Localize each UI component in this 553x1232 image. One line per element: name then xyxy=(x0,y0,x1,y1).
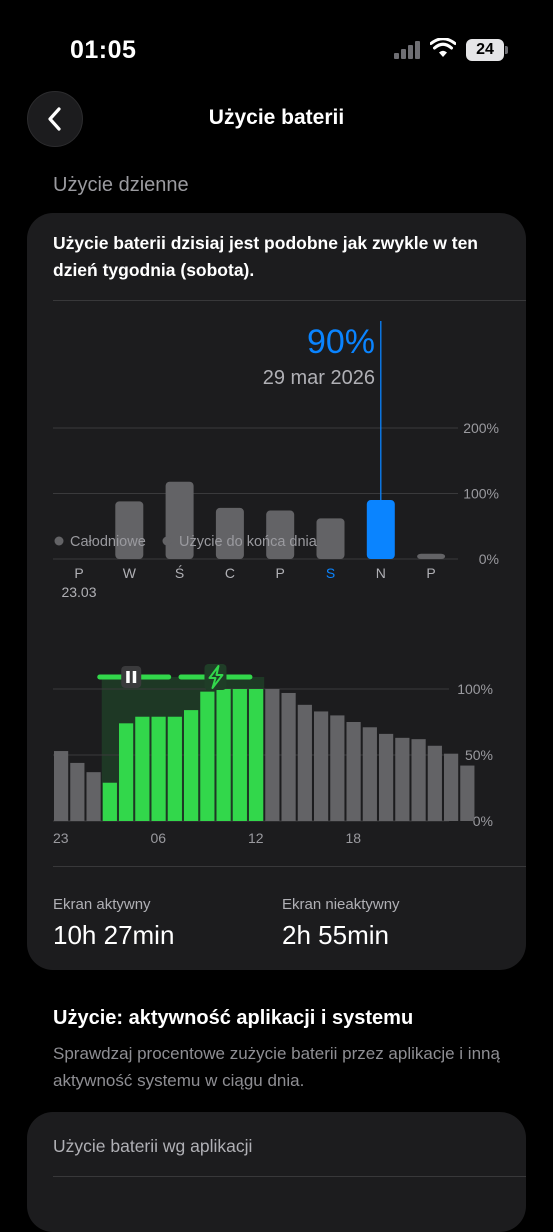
per-app-usage-card[interactable]: Użycie baterii wg aplikacji xyxy=(27,1112,526,1232)
x-tick-label: 18 xyxy=(346,830,362,846)
hour-bar[interactable] xyxy=(102,782,117,821)
cellular-signal-icon xyxy=(394,41,420,59)
selected-day-date: 29 mar 2026 xyxy=(263,367,375,389)
screen-on-label: Ekran aktywny xyxy=(53,896,151,913)
hour-bar[interactable] xyxy=(216,689,231,821)
day-bar[interactable] xyxy=(366,500,395,559)
battery-level-indicator: 24 xyxy=(466,39,504,61)
x-tick-label: 06 xyxy=(151,830,167,846)
hour-bar[interactable] xyxy=(54,751,69,821)
app-system-usage-title: Użycie: aktywność aplikacji i systemu xyxy=(53,1007,414,1029)
status-bar: 01:05 24 xyxy=(0,0,553,100)
legend-full-day: Całodniowe xyxy=(70,534,146,550)
hour-bar[interactable] xyxy=(200,691,215,821)
status-time: 01:05 xyxy=(70,36,137,64)
x-tick-label: P xyxy=(276,565,285,581)
weekly-usage-chart[interactable]: 0% 100% 200% P W Ś C P S N P 23.03 90% 29 mar 2026… xyxy=(27,301,526,611)
screen-off-value: 2h 55min xyxy=(282,920,389,950)
hour-bar[interactable] xyxy=(427,745,442,821)
x-tick-label: 12 xyxy=(248,830,264,846)
y-tick-label: 100% xyxy=(463,486,499,502)
hour-bar[interactable] xyxy=(184,710,199,821)
hour-bar[interactable] xyxy=(86,772,101,821)
hourly-battery-level-chart[interactable]: 0% 50% 100% 23 06 12 18 xyxy=(27,653,526,853)
x-tick-label: Ś xyxy=(175,564,184,581)
daily-usage-label: Użycie dzienne xyxy=(53,174,189,196)
hour-bar[interactable] xyxy=(249,689,264,821)
hour-bar[interactable] xyxy=(379,733,394,821)
legend-until-end-of-day: Użycie do końca dnia xyxy=(179,534,318,550)
y-tick-label: 0% xyxy=(479,551,499,567)
screen-off-label: Ekran nieaktywny xyxy=(282,896,400,913)
hour-bar[interactable] xyxy=(167,716,182,821)
y-tick-label: 0% xyxy=(473,813,493,829)
per-app-usage-title: Użycie baterii wg aplikacji xyxy=(53,1136,253,1156)
page-title: Użycie baterii xyxy=(208,106,345,129)
x-tick-label: C xyxy=(225,565,235,581)
hour-bar[interactable] xyxy=(346,722,361,821)
battery-tip xyxy=(505,46,508,54)
wifi-icon xyxy=(430,38,456,57)
app-system-usage-description: Sprawdzaj procentowe zużycie baterii prz… xyxy=(53,1044,500,1090)
daily-usage-card: Użycie baterii dzisiaj jest podobne jak … xyxy=(27,213,526,970)
weekly-chart-legend: Całodniowe Użycie do końca dnia xyxy=(54,534,318,550)
stats-divider xyxy=(53,866,526,867)
bolt-icon xyxy=(204,664,227,690)
hour-bar[interactable] xyxy=(297,704,312,821)
hour-bar[interactable] xyxy=(330,715,345,821)
hour-bar[interactable] xyxy=(411,739,426,821)
day-bar[interactable] xyxy=(316,518,345,559)
x-tick-label: P xyxy=(74,565,83,581)
hour-bar[interactable] xyxy=(460,765,475,821)
y-tick-label: 50% xyxy=(465,747,493,763)
hour-bar[interactable] xyxy=(444,753,459,821)
hour-bar[interactable] xyxy=(395,737,410,821)
screen-on-value: 10h 27min xyxy=(53,920,175,950)
hour-bar[interactable] xyxy=(314,711,329,821)
hour-bar[interactable] xyxy=(362,727,377,821)
card-divider xyxy=(53,1176,526,1177)
x-tick-date-label: 23.03 xyxy=(61,584,96,600)
x-tick-label: 23 xyxy=(53,830,69,846)
hour-bar[interactable] xyxy=(281,692,296,821)
hour-bar[interactable] xyxy=(119,723,134,821)
x-tick-label: P xyxy=(426,565,435,581)
day-bar[interactable] xyxy=(115,501,144,559)
hour-bar[interactable] xyxy=(135,716,150,821)
hour-bar[interactable] xyxy=(265,689,280,821)
y-tick-label: 100% xyxy=(457,681,493,697)
hour-bar[interactable] xyxy=(151,716,166,821)
hour-bar[interactable] xyxy=(232,689,247,821)
x-tick-label: S xyxy=(326,565,335,581)
x-tick-label: N xyxy=(376,565,386,581)
x-tick-label: W xyxy=(123,565,137,581)
usage-summary-text: Użycie baterii dzisiaj jest podobne jak … xyxy=(53,233,478,280)
y-tick-label: 200% xyxy=(463,420,499,436)
selected-day-value: 90% xyxy=(307,323,375,361)
hour-bar[interactable] xyxy=(70,762,85,821)
pause-icon xyxy=(121,666,142,688)
day-bar[interactable] xyxy=(417,553,446,559)
